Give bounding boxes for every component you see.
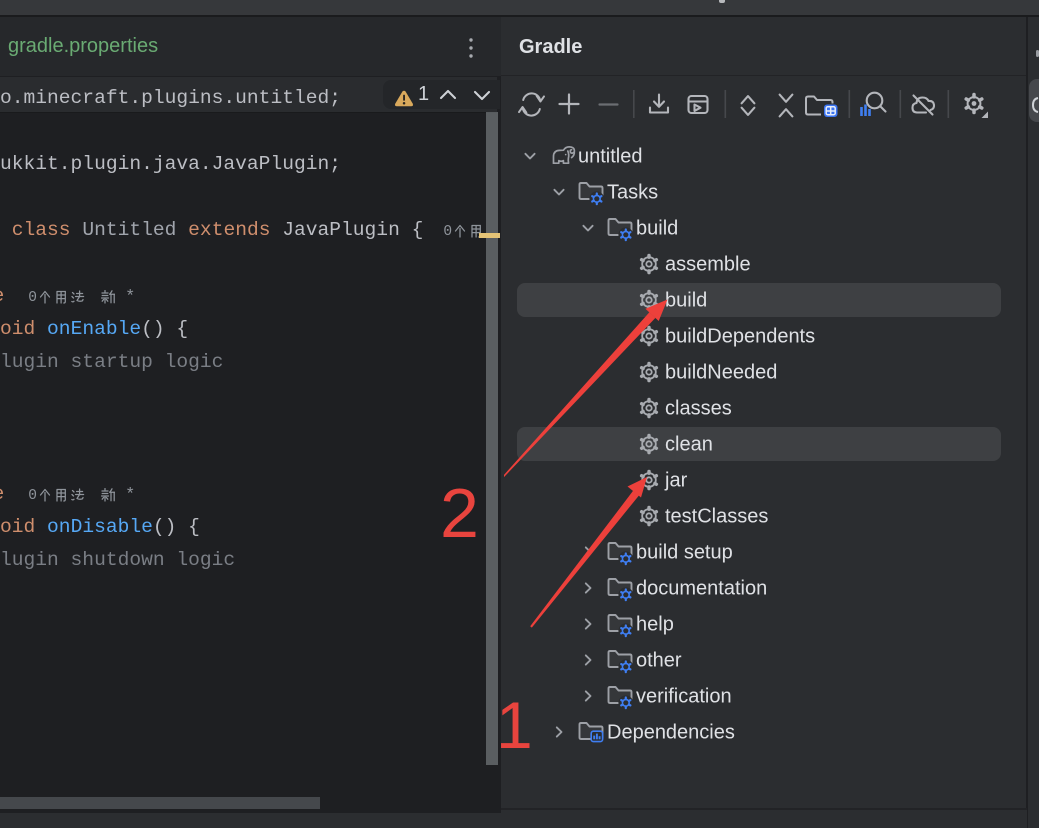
svg-text:help: help [636, 614, 674, 636]
svg-text:assemble: assemble [665, 254, 751, 276]
svg-text:build setup: build setup [636, 542, 733, 564]
svg-text:buildDependents: buildDependents [665, 326, 815, 348]
svg-text:clean: clean [665, 434, 713, 456]
svg-text:Tasks: Tasks [607, 182, 658, 204]
svg-text:testClasses: testClasses [665, 506, 768, 528]
svg-text:build: build [665, 290, 707, 312]
svg-text:documentation: documentation [636, 578, 767, 600]
svg-text:classes: classes [665, 398, 732, 420]
svg-text:build: build [636, 218, 678, 240]
svg-text:verification: verification [636, 686, 732, 708]
svg-text:other: other [636, 650, 682, 672]
svg-text:untitled: untitled [578, 146, 643, 168]
svg-text:Dependencies: Dependencies [607, 722, 735, 744]
svg-text:buildNeeded: buildNeeded [665, 362, 777, 384]
svg-text:jar: jar [664, 470, 688, 492]
